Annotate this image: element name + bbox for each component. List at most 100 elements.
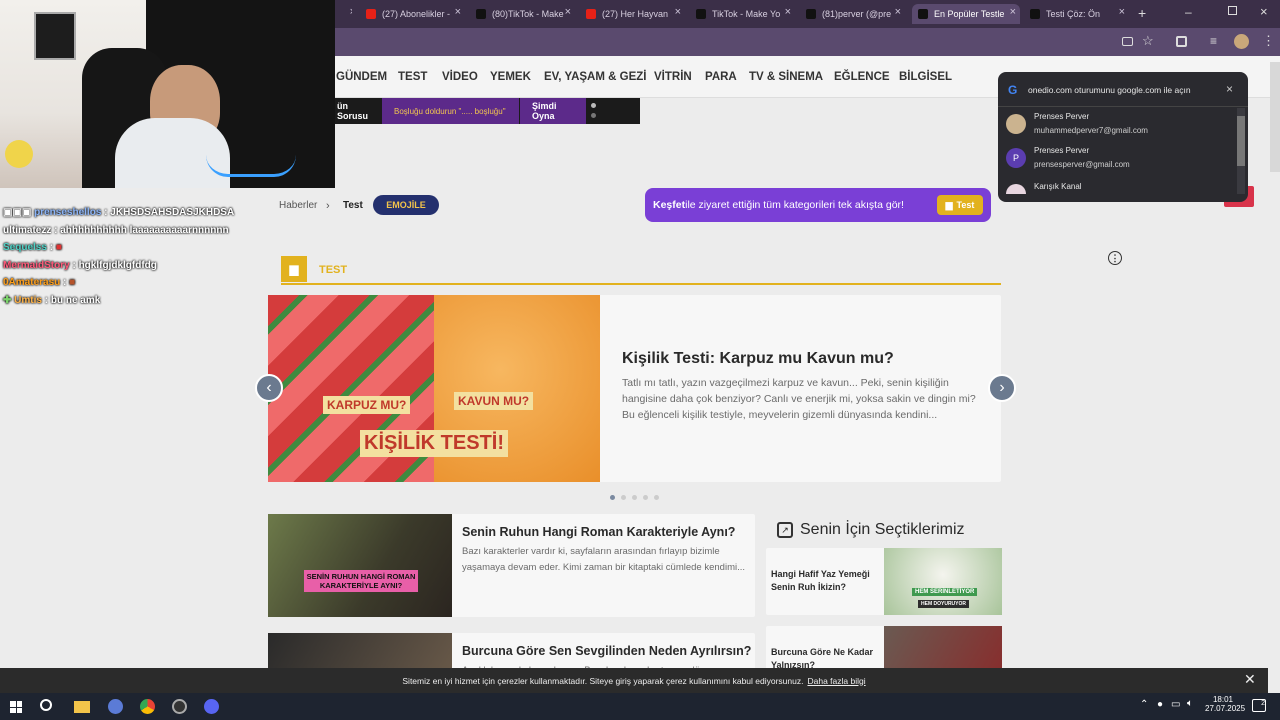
avatar [1006, 114, 1026, 134]
popup-close-button[interactable]: × [1226, 82, 1233, 96]
chevron-right-icon: › [326, 200, 330, 212]
tab-5[interactable]: (81)perver (@pre × [800, 4, 905, 24]
notification-icon[interactable]: 2 [1252, 699, 1266, 712]
file-explorer-icon[interactable] [74, 701, 90, 713]
close-icon[interactable]: × [565, 6, 571, 18]
volume-icon[interactable]: 🔈︎ [1187, 698, 1193, 709]
carousel-dot[interactable] [654, 495, 659, 500]
carousel-prev-button[interactable]: ‹ [255, 374, 283, 402]
menu-dots-icon[interactable]: ⋮ [1262, 33, 1275, 49]
pager-dot[interactable] [591, 103, 596, 108]
extensions-icon[interactable] [1176, 36, 1187, 47]
network-icon[interactable]: ▭ [1171, 699, 1180, 710]
nav-gundem[interactable]: GÜNDEM [336, 71, 387, 83]
nav-yemek[interactable]: YEMEK [490, 71, 531, 83]
article-title[interactable]: Burcuna Göre Sen Sevgilinden Neden Ayrıl… [462, 644, 751, 658]
pick-title[interactable]: Hangi Hafif Yaz Yemeği Senin Ruh İkizin? [771, 568, 881, 594]
clock[interactable]: 18:01 27.07.2025 [1205, 695, 1245, 713]
picks-title: Senin İçin Seçtiklerimiz [800, 521, 965, 538]
carousel-dot[interactable] [643, 495, 648, 500]
article-title[interactable]: Senin Ruhun Hangi Roman Karakteriyle Ayn… [462, 525, 735, 539]
maximize-button[interactable] [1228, 6, 1237, 15]
chat-message: ahhhhhhhhhh laaaaaaaaaarnnnnnn [60, 225, 229, 236]
nav-eglence[interactable]: EĞLENCE [834, 71, 890, 83]
pager-dot[interactable] [591, 113, 596, 118]
nav-vitrin[interactable]: VİTRİN [654, 71, 692, 83]
carousel-dot[interactable] [621, 495, 626, 500]
promo-test-button[interactable]: ▆ Test [937, 195, 983, 215]
chat-user: prenseshellos [34, 207, 102, 218]
windows-start-icon[interactable] [10, 701, 22, 713]
emojile-badge[interactable]: EMOJİLE [373, 195, 439, 215]
close-icon[interactable]: × [785, 6, 791, 18]
tab-close-icon[interactable]: × [340, 4, 352, 24]
nav-tv-sinema[interactable]: TV & SİNEMA [749, 71, 823, 83]
tab-2[interactable]: (80)TikTok - Make × [470, 4, 575, 24]
popup-scrollbar[interactable] [1237, 108, 1245, 194]
cookie-close-button[interactable]: ✕ [1244, 671, 1256, 688]
tab-1[interactable]: (27) Abonelikler - × [360, 4, 465, 24]
pick-card[interactable]: Hangi Hafif Yaz Yemeği Senin Ruh İkizin?… [766, 548, 1002, 615]
chat-line: Sequelss : ■ [3, 242, 62, 253]
more-options-icon[interactable]: ⋮ [1108, 251, 1122, 265]
breadcrumb-home[interactable]: Haberler [279, 200, 317, 211]
account-option[interactable]: Prenses Perver muhammedperver7@gmail.com [1006, 110, 1231, 140]
popup-divider [998, 106, 1248, 107]
close-icon[interactable]: × [1119, 6, 1125, 18]
hero-slide[interactable]: KARPUZ MU? KAVUN MU? KİŞİLİK TESTİ! Kişi… [268, 295, 1001, 482]
close-icon[interactable]: × [895, 6, 901, 18]
close-icon[interactable]: × [1010, 6, 1016, 18]
nav-para[interactable]: PARA [705, 71, 737, 83]
tab-7[interactable]: Testi Çöz: Ön × [1024, 4, 1129, 24]
subbar-fill-blank[interactable]: Boşluğu doldurun "..... boşluğu" [382, 98, 519, 124]
wall-poster [34, 12, 76, 60]
discord-icon[interactable] [204, 699, 219, 714]
breadcrumb-current[interactable]: Test [343, 200, 363, 211]
close-icon[interactable]: × [675, 6, 681, 18]
tray-chevron-icon[interactable]: ⌃ [1140, 699, 1148, 710]
led-light [206, 155, 296, 177]
discover-promo-banner[interactable]: Keşfet ile ziyaret ettiğin tüm kategoril… [645, 188, 991, 222]
windows-taskbar: ⌃ ● ▭ 🔈︎ 18:01 27.07.2025 2 [0, 693, 1280, 720]
cast-icon[interactable] [1122, 37, 1133, 46]
chat-user: 0Amaterasu [3, 277, 61, 288]
play-now-button[interactable]: Şimdi Oyna [520, 98, 586, 124]
account-email: prensesperver@gmail.com [1034, 160, 1130, 169]
nav-bilgisel[interactable]: BİLGİSEL [899, 71, 952, 83]
account-option[interactable]: Karışık Kanal [1006, 180, 1231, 194]
nav-video[interactable]: VİDEO [442, 71, 478, 83]
app-icon[interactable] [108, 699, 123, 714]
carousel-next-button[interactable]: › [988, 374, 1016, 402]
plush-toy [5, 140, 33, 168]
obs-icon[interactable] [172, 699, 187, 714]
close-window-button[interactable]: × [1260, 4, 1268, 19]
article-card[interactable]: SENİN RUHUN HANGİ ROMAN KARAKTERİYLE AYN… [268, 514, 755, 617]
new-tab-button[interactable]: + [1138, 5, 1146, 21]
account-option[interactable]: P Prenses Perver prensesperver@gmail.com [1006, 144, 1231, 174]
nav-test[interactable]: TEST [398, 71, 427, 83]
bookmark-star-icon[interactable]: ☆ [1142, 33, 1154, 49]
tab-4[interactable]: TikTok - Make Yo × [690, 4, 795, 24]
carousel-dot[interactable] [610, 495, 615, 500]
page-scrollbar[interactable] [1270, 62, 1280, 172]
hero-title[interactable]: Kişilik Testi: Karpuz mu Kavun mu? [622, 350, 982, 368]
external-link-icon: ↗ [777, 522, 793, 538]
tab-6-active[interactable]: En Popüler Testle × [912, 4, 1020, 24]
chat-user: MermaidStory [3, 260, 70, 271]
scroll-thumb[interactable] [1237, 116, 1245, 166]
chrome-icon[interactable] [140, 699, 155, 714]
account-name: Prenses Perver [1034, 112, 1090, 121]
reading-list-icon[interactable]: ≡ [1210, 34, 1217, 48]
carousel-dot[interactable] [632, 495, 637, 500]
close-icon[interactable]: × [455, 6, 461, 18]
pick-img-label: HEM SERİNLETİYOR [912, 588, 978, 596]
tiktok-icon [476, 9, 486, 19]
minimize-button[interactable]: – [1185, 5, 1192, 19]
tab-3[interactable]: (27) Her Hayvan × [580, 4, 685, 24]
microphone-icon[interactable]: ● [1157, 699, 1163, 710]
youtube-icon [586, 9, 596, 19]
nav-ev-yasam[interactable]: EV, YAŞAM & GEZİ [544, 71, 646, 83]
cookie-more-link[interactable]: Daha fazla bilgi [807, 676, 865, 686]
profile-avatar[interactable] [1234, 34, 1249, 49]
search-icon[interactable] [40, 699, 52, 711]
